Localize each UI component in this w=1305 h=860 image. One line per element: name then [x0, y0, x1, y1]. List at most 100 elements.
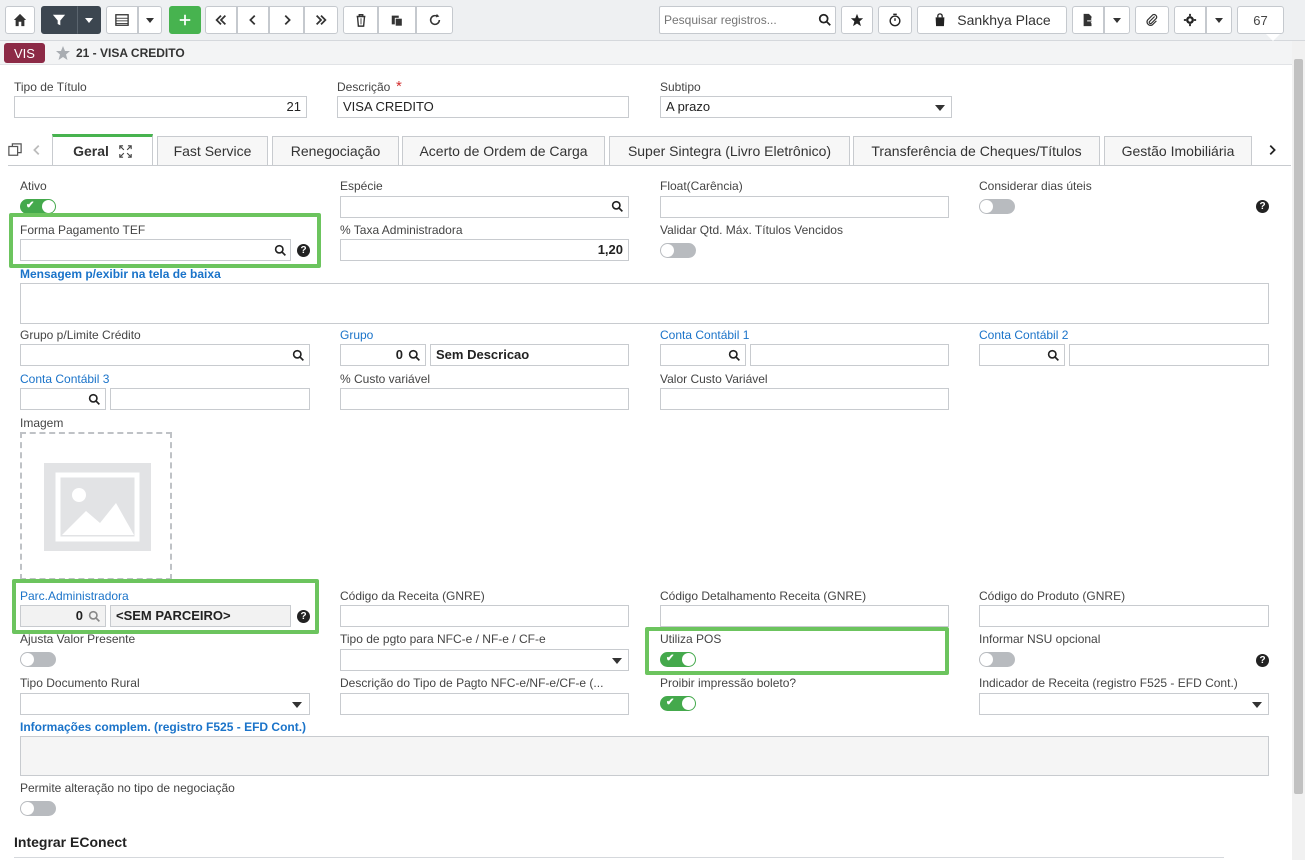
stopwatch-icon [889, 13, 901, 27]
search-icon[interactable] [1047, 349, 1060, 362]
tab-label: Renegociação [290, 143, 381, 159]
image-dropzone[interactable] [20, 432, 172, 580]
especie-field[interactable] [340, 196, 629, 218]
filter-dropdown-button[interactable] [77, 6, 101, 34]
ativo-toggle[interactable]: ✔ [20, 199, 56, 214]
cod-produto-field[interactable] [979, 605, 1269, 627]
star-outline-icon[interactable] [55, 45, 71, 61]
mensagem-textarea[interactable] [20, 283, 1269, 324]
descricao-label: Descrição [337, 80, 391, 94]
forma-pagto-field[interactable] [20, 239, 291, 261]
sankhya-place-label: Sankhya Place [957, 12, 1051, 28]
tab-label: Transferência de Cheques/Títulos [871, 143, 1082, 159]
next-record-button[interactable] [269, 6, 304, 34]
home-button[interactable] [5, 6, 35, 34]
search-icon[interactable] [728, 349, 741, 362]
search-icon[interactable] [274, 244, 287, 257]
indicador-receita-select[interactable] [979, 693, 1269, 715]
last-record-button[interactable] [304, 6, 338, 34]
search-field[interactable] [659, 6, 836, 34]
tipo-titulo-field[interactable]: 21 [14, 96, 307, 118]
taxa-admin-field[interactable]: 1,20 [340, 239, 629, 261]
chevron-right-icon [284, 15, 291, 25]
tab-transferencia-cheques[interactable]: Transferência de Cheques/Títulos [853, 136, 1100, 165]
tipo-titulo-label: Tipo de Título [14, 80, 87, 94]
export-button[interactable] [1072, 6, 1104, 34]
expand-icon[interactable] [119, 144, 132, 158]
subtipo-select[interactable]: A prazo [660, 96, 952, 118]
delete-button[interactable] [343, 6, 378, 34]
tab-acerto-ordem-carga[interactable]: Acerto de Ordem de Carga [402, 136, 605, 165]
tab-gestao-imobiliaria[interactable]: Gestão Imobiliária [1104, 136, 1252, 165]
plus-icon [179, 14, 191, 26]
copy-icon [391, 15, 403, 27]
search-icon[interactable] [408, 349, 421, 362]
refresh-button[interactable] [416, 6, 453, 34]
dias-uteis-label: Considerar dias úteis [979, 179, 1092, 193]
favorite-button[interactable] [841, 6, 873, 34]
search-input[interactable] [664, 13, 814, 27]
tab-super-sintegra[interactable]: Super Sintegra (Livro Eletrônico) [609, 136, 850, 165]
first-record-button[interactable] [205, 6, 237, 34]
cod-receita-field[interactable] [340, 605, 629, 627]
desc-tipo-pagto-field[interactable] [340, 693, 629, 715]
info-complem-textarea[interactable] [20, 736, 1269, 776]
help-icon[interactable]: ? [297, 244, 310, 257]
ativo-label: Ativo [20, 179, 47, 193]
ajusta-valor-toggle[interactable] [20, 652, 56, 667]
grid-view-button[interactable] [106, 6, 138, 34]
grupo-limite-label: Grupo p/Limite Crédito [20, 328, 141, 342]
desc-tipo-pagto-label: Descrição do Tipo de Pagto NFC-e/NF-e/CF… [340, 676, 604, 690]
timer-button[interactable] [878, 6, 912, 34]
attachments-button[interactable] [1135, 6, 1169, 34]
file-export-icon [1083, 13, 1094, 27]
sankhya-place-button[interactable]: Sankhya Place [917, 6, 1067, 34]
tipo-pgto-nfce-select[interactable] [340, 649, 629, 671]
help-icon[interactable]: ? [297, 610, 310, 623]
add-record-button[interactable] [169, 6, 201, 34]
tabs-scroll-right-icon[interactable] [1265, 143, 1279, 157]
filter-button[interactable] [41, 6, 77, 34]
search-icon[interactable] [88, 610, 101, 623]
custo-var-field[interactable] [340, 388, 629, 410]
settings-dropdown-button[interactable] [1206, 6, 1232, 34]
record-counter-value: 67 [1253, 12, 1268, 28]
nsu-opcional-toggle[interactable] [979, 652, 1015, 667]
conta3-label: Conta Contábil 3 [20, 372, 110, 386]
subtipo-label: Subtipo [660, 80, 701, 94]
permite-alteracao-toggle[interactable] [20, 801, 56, 816]
tab-geral[interactable]: Geral [52, 134, 153, 165]
tab-renegociacao[interactable]: Renegociação [272, 136, 399, 165]
descricao-field[interactable]: VISA CREDITO [337, 96, 629, 118]
proibir-boleto-toggle[interactable]: ✔ [660, 696, 696, 711]
tipo-doc-rural-select[interactable] [20, 693, 310, 715]
scrollbar-thumb[interactable] [1294, 59, 1303, 794]
help-icon[interactable]: ? [1256, 200, 1269, 213]
search-icon[interactable] [292, 349, 305, 362]
export-dropdown-button[interactable] [1104, 6, 1130, 34]
cod-detalhe-field[interactable] [660, 605, 949, 627]
filter-icon [52, 14, 66, 26]
search-icon[interactable] [611, 200, 624, 213]
tipo-doc-rural-label: Tipo Documento Rural [20, 676, 140, 690]
search-icon[interactable] [88, 393, 101, 406]
copy-button[interactable] [378, 6, 416, 34]
dias-uteis-toggle[interactable] [979, 199, 1015, 214]
record-counter[interactable]: 67 [1237, 6, 1284, 34]
utiliza-pos-toggle[interactable]: ✔ [660, 652, 696, 667]
record-badge: VIS [4, 43, 45, 63]
view-dropdown-button[interactable] [138, 6, 162, 34]
valor-custo-field[interactable] [660, 388, 949, 410]
search-icon[interactable] [818, 13, 832, 27]
tab-fast-service[interactable]: Fast Service [157, 136, 268, 165]
tabs-scroll-left-icon[interactable] [30, 143, 44, 157]
grupo-limite-field[interactable] [20, 344, 310, 366]
validar-qtd-toggle[interactable] [660, 243, 696, 258]
prev-record-button[interactable] [237, 6, 269, 34]
window-restore-icon[interactable] [8, 143, 22, 157]
help-icon[interactable]: ? [1256, 654, 1269, 667]
settings-button[interactable] [1174, 6, 1206, 34]
float-label: Float(Carência) [660, 179, 743, 193]
float-field[interactable] [660, 196, 949, 218]
vertical-scrollbar[interactable] [1292, 41, 1305, 860]
